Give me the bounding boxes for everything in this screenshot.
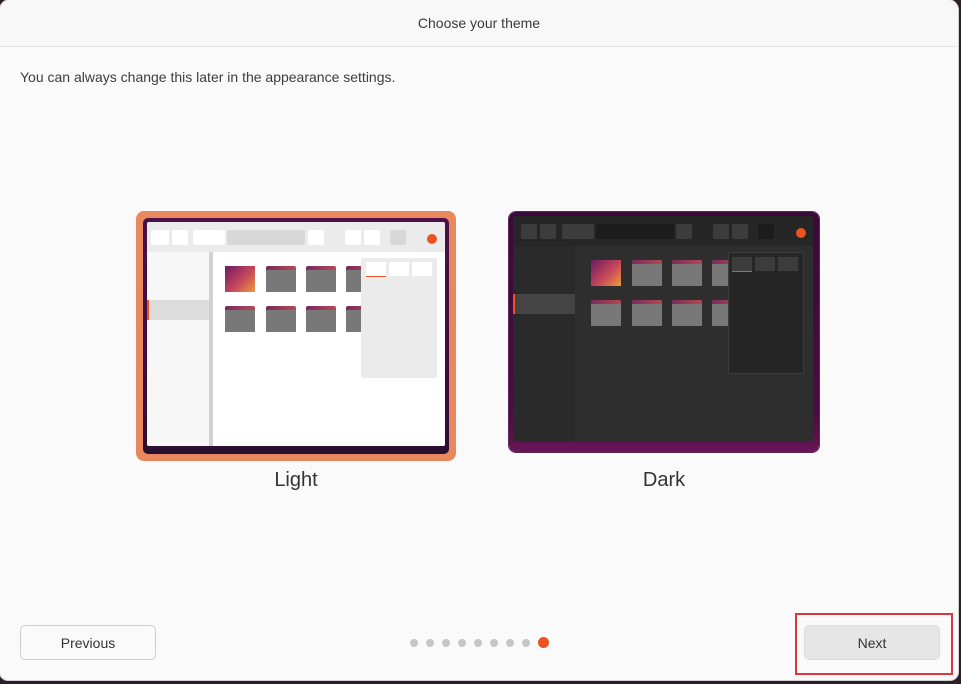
step-dot <box>506 638 514 647</box>
preview-close-icon <box>796 228 806 238</box>
preview-folder-icon <box>306 266 336 292</box>
preview-block <box>308 230 324 245</box>
preview-block <box>193 230 225 245</box>
preview-block <box>540 224 556 239</box>
theme-option-light[interactable]: Light <box>136 211 456 491</box>
preview-block <box>366 262 386 276</box>
preview-block <box>676 224 692 239</box>
step-dot-current <box>538 637 549 648</box>
preview-block <box>778 257 798 271</box>
preview-close-icon <box>427 234 437 244</box>
preview-block <box>172 230 188 245</box>
theme-label-light: Light <box>274 469 318 491</box>
light-preview-content <box>213 252 445 446</box>
step-dot <box>474 638 482 647</box>
next-button[interactable]: Next <box>804 625 940 660</box>
step-dot <box>442 638 450 647</box>
page-subtitle: You can always change this later in the … <box>20 69 396 85</box>
step-dot <box>410 638 418 647</box>
dark-preview-content <box>579 246 813 442</box>
step-dot <box>426 638 434 647</box>
preview-popover <box>728 252 804 374</box>
preview-block <box>732 224 748 239</box>
preview-tab-underline <box>732 271 752 272</box>
dark-preview-wallpaper <box>509 212 819 452</box>
preview-sidebar-selection <box>147 300 209 320</box>
dark-theme-preview[interactable] <box>508 211 820 453</box>
preview-path-bar <box>227 230 305 245</box>
step-dot <box>458 638 466 647</box>
preview-folder-icon <box>632 300 662 326</box>
preview-sidebar-selection <box>513 294 575 314</box>
preview-tab-underline <box>366 276 386 277</box>
preview-image-icon <box>591 260 621 286</box>
dark-preview-sidebar <box>513 246 575 442</box>
light-theme-preview[interactable] <box>136 211 456 461</box>
preview-block <box>151 230 169 245</box>
installer-window: Choose your theme You can always change … <box>0 0 958 680</box>
title-bar: Choose your theme <box>0 0 958 47</box>
light-preview-window <box>147 222 445 446</box>
preview-folder-icon <box>672 300 702 326</box>
preview-folder-icon <box>672 260 702 286</box>
preview-block <box>345 230 361 245</box>
preview-folder-icon <box>266 306 296 332</box>
light-preview-sidebar <box>147 252 213 446</box>
dark-preview-window <box>513 216 813 442</box>
preview-block <box>713 224 729 239</box>
theme-label-dark: Dark <box>642 469 686 491</box>
preview-block <box>412 262 432 276</box>
preview-path-bar <box>596 224 674 239</box>
preview-folder-icon <box>632 260 662 286</box>
preview-block <box>732 257 752 271</box>
preview-block <box>521 224 537 239</box>
step-indicator <box>410 637 549 648</box>
preview-block <box>758 224 774 239</box>
theme-option-dark[interactable]: Dark <box>508 211 820 491</box>
light-preview-wallpaper <box>143 218 449 454</box>
preview-folder-icon <box>306 306 336 332</box>
preview-block <box>389 262 409 276</box>
preview-folder-icon <box>225 306 255 332</box>
preview-block <box>364 230 380 245</box>
preview-folder-icon <box>266 266 296 292</box>
preview-folder-icon <box>591 300 621 326</box>
preview-image-icon <box>225 266 255 292</box>
step-dot <box>522 638 530 647</box>
dark-preview-headerbar <box>513 216 813 246</box>
light-preview-headerbar <box>147 222 445 252</box>
step-dot <box>490 638 498 647</box>
preview-block <box>755 257 775 271</box>
window-title: Choose your theme <box>417 15 541 31</box>
preview-block <box>562 224 594 239</box>
preview-popover <box>361 258 437 378</box>
previous-button[interactable]: Previous <box>20 625 156 660</box>
preview-block <box>390 230 406 245</box>
